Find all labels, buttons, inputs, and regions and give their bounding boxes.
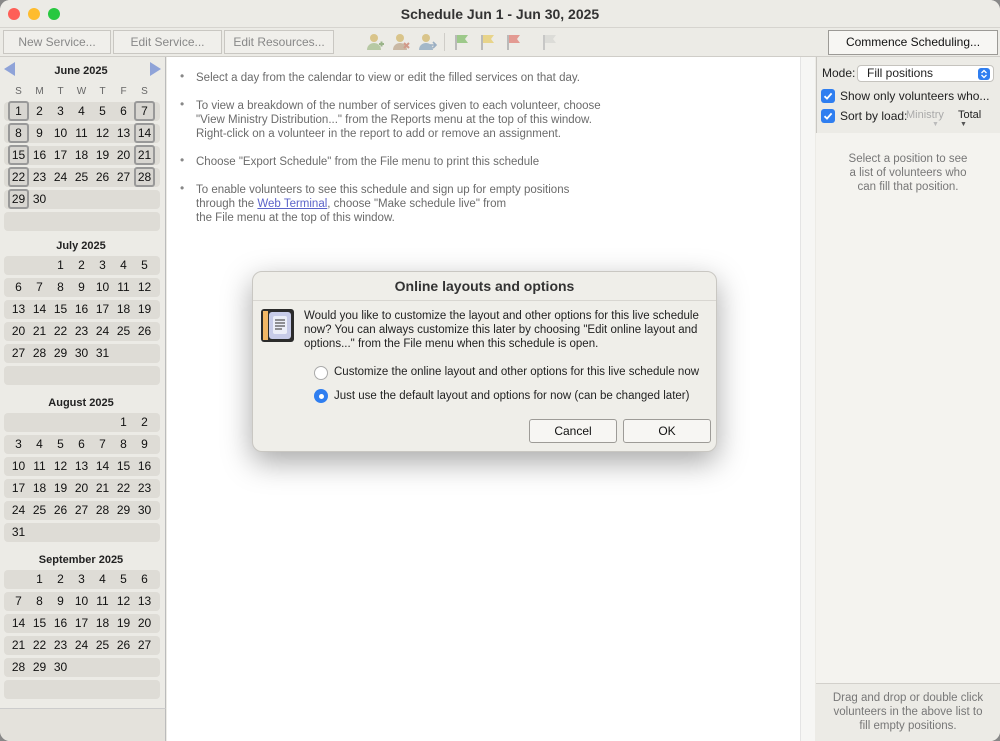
message-line: Would you like to customize the layout a… [304, 310, 699, 322]
dialog-message: Would you like to customize the layout a… [304, 309, 704, 351]
dialog-divider [253, 300, 716, 301]
cancel-button[interactable]: Cancel [529, 419, 617, 443]
ok-button[interactable]: OK [623, 419, 711, 443]
app-window: Schedule Jun 1 - Jun 30, 2025 New Servic… [0, 0, 1000, 741]
customize-now-label[interactable]: Customize the online layout and other op… [334, 366, 699, 378]
customize-now-radio[interactable] [314, 366, 328, 380]
message-line: options..." from the File menu when this… [304, 338, 599, 350]
schedule-document-icon [261, 309, 294, 342]
radio-dot-icon [318, 393, 324, 399]
dialog-title: Online layouts and options [394, 278, 575, 294]
online-layouts-dialog: Online layouts and options Would you lik… [252, 271, 717, 452]
use-default-label[interactable]: Just use the default layout and options … [334, 390, 689, 402]
use-default-radio[interactable] [314, 389, 328, 403]
message-line: now? You can always customize this later… [304, 324, 698, 336]
